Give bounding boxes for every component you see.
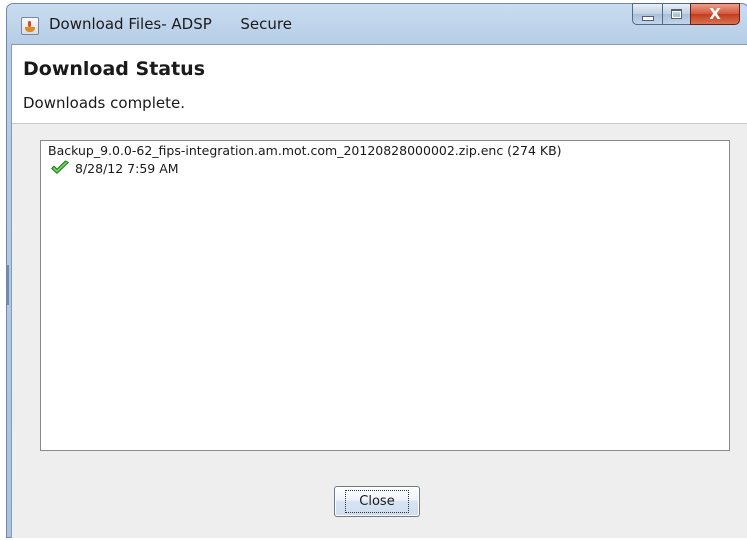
java-app-icon — [21, 17, 39, 35]
close-icon: X — [709, 5, 721, 23]
maximize-icon — [671, 9, 682, 19]
status-message: Downloads complete. — [23, 94, 185, 112]
page-title: Download Status — [23, 58, 206, 80]
download-file-name: Backup_9.0.0-62_fips-integration.am.mot.… — [48, 143, 562, 158]
dialog-content: Download Status Downloads complete. Back… — [11, 44, 747, 538]
check-icon — [51, 160, 69, 174]
maximize-button[interactable] — [662, 3, 690, 25]
minimize-icon — [641, 15, 654, 21]
close-button-label: Close — [345, 490, 409, 513]
window-title: Download Files- ADSP Secure — [49, 15, 292, 33]
window-controls: X — [632, 3, 740, 27]
window-edge-marker — [7, 265, 9, 305]
download-timestamp: 8/28/12 7:59 AM — [75, 160, 179, 176]
close-button[interactable]: Close — [334, 486, 420, 517]
download-list[interactable]: Backup_9.0.0-62_fips-integration.am.mot.… — [40, 140, 730, 451]
title-bar[interactable]: Download Files- ADSP Secure X — [7, 3, 747, 48]
download-status: 8/28/12 7:59 AM — [50, 160, 179, 176]
status-header: Download Status Downloads complete. — [12, 45, 747, 124]
close-window-button[interactable]: X — [690, 3, 740, 25]
minimize-button[interactable] — [632, 3, 662, 25]
